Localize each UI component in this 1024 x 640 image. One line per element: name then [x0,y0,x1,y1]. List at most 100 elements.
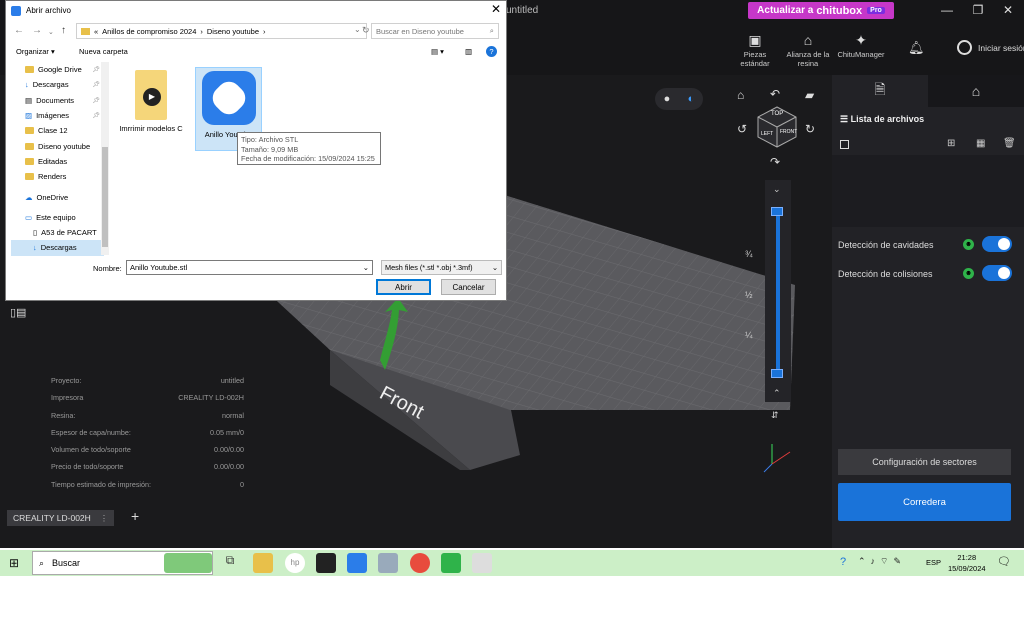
tab-files[interactable]: 🗎︎ [832,75,928,107]
dropdown-icon[interactable]: ⌄ [354,25,361,34]
rotate-left-icon[interactable]: ↺ [737,122,747,136]
new-folder-button[interactable]: Nueva carpeta [79,47,128,56]
address-bar[interactable]: « Anillos de compromiso 2024 › Diseno yo… [76,23,367,39]
view-icon[interactable]: ▤ ▾ [431,47,444,56]
search-input[interactable]: Buscar en Diseno youtube ⌕ [371,23,499,39]
notes-icon[interactable] [472,553,492,573]
filename-input[interactable]: Anillo Youtube.stl ⌄ [126,260,373,275]
chevron-down-icon[interactable]: ⌄ [773,184,781,195]
chevron-down-icon[interactable]: ⌄ [48,28,54,36]
nav-item[interactable]: ▨ Imágenes 📌︎ [11,108,104,123]
rotate-up-icon[interactable]: ↶ [770,87,780,101]
tray-icons[interactable]: ⌃♪⌔✎ [858,556,906,567]
organize-button[interactable]: Organizar ▾ [16,47,55,56]
info-key: Volumen de todo/soporte [51,445,131,455]
breadcrumb-item[interactable]: Anillos de compromiso 2024 [102,27,196,36]
nav-item[interactable]: Editadas [11,154,104,169]
slider-reset-icon[interactable]: ⇵ [771,410,779,421]
forward-icon[interactable]: → [32,25,42,36]
help-icon[interactable]: ? [840,556,846,568]
info-key: Tiempo estimado de impresión: [51,479,152,489]
slider-bottom-handle[interactable] [771,369,783,378]
trash-icon[interactable]: 🗑︎ [1003,138,1016,149]
notification-icon[interactable]: 🗨︎ [997,555,1011,568]
windows-start-icon[interactable]: ⊞ [9,556,19,570]
home-view-icon[interactable]: ⌂ [737,88,744,102]
tooltip-line: Fecha de modificación: 15/09/2024 15:25 [241,154,375,163]
minimize-icon[interactable]: — [936,3,958,17]
resin-alliance-button[interactable]: ⌂ Alianza de la resina [783,30,833,68]
chrome-icon[interactable] [410,553,430,573]
chitumanager-button[interactable]: ✦ ChituManager [836,30,886,59]
arrange-icon[interactable]: ▦ [976,138,985,149]
close-icon[interactable]: ✕ [491,2,501,16]
cavity-detection-toggle[interactable] [982,236,1012,252]
rotate-right-icon[interactable]: ↻ [805,122,815,136]
open-button[interactable]: Abrir [376,279,431,295]
slider-top-handle[interactable] [771,207,783,216]
select-all-checkbox[interactable] [840,140,849,149]
task-view-icon[interactable]: ⧉ [220,553,240,573]
collision-detection-toggle[interactable] [982,265,1012,281]
app-icon[interactable] [378,553,398,573]
standard-parts-button[interactable]: ▣ Piezas estándar [730,30,780,68]
file-explorer-icon[interactable] [253,553,273,573]
iso-view-icon[interactable]: ▰ [805,88,814,102]
help-icon[interactable]: ? [486,46,497,57]
scroll-thumb[interactable] [102,147,108,247]
xray-icon[interactable]: ◐ [688,93,695,105]
nav-item[interactable]: ▭ Este equipo [11,210,104,225]
breadcrumb-item[interactable]: Diseno youtube [207,27,259,36]
more-icon[interactable]: ⋮ [100,513,109,524]
taskbar-search[interactable]: ⌕ Buscar [32,551,213,575]
nav-item[interactable]: ↓ Descargas [11,240,104,256]
restore-icon[interactable]: ❐ [967,3,989,17]
hp-icon[interactable]: hp [285,553,305,573]
cancel-button[interactable]: Cancelar [441,279,496,295]
nav-item[interactable]: Renders [11,169,104,184]
inkscape-icon[interactable] [316,553,336,573]
printer-tab[interactable]: CREALITY LD-002H ⋮ [7,510,115,526]
sectors-config-button[interactable]: Configuración de sectores [838,449,1011,475]
info-value: untitled [220,376,244,385]
language-indicator[interactable]: ESP [926,558,941,567]
up-icon[interactable]: ↑ [61,25,66,36]
nav-item[interactable]: ☁ OneDrive [11,189,104,204]
nav-item[interactable]: Diseno youtube [11,138,104,153]
resin-alliance-icon: ⌂ [803,32,813,48]
chevron-down-icon[interactable]: ⌄ [363,263,369,272]
layer-slider[interactable]: ⌄ ⌃ [765,180,791,402]
search-icon: ⌕ [489,26,494,35]
bell-icon[interactable]: 🔔︎ [908,40,925,56]
nav-item[interactable]: ▯ A53 de PACART [11,225,104,240]
nav-item[interactable]: ↓ Descargas 📌︎ [11,77,104,92]
nav-scrollbar[interactable] [101,62,109,255]
back-icon[interactable]: ← [14,25,24,36]
chitubox-taskbar-icon[interactable] [347,553,367,573]
file-type-select[interactable]: Mesh files (*.stl *.obj *.3mf) ⌄ [381,260,502,275]
render-mode-toggle[interactable]: ● ◐ [655,88,703,110]
clock[interactable]: 21:28 15/09/2024 [948,552,986,574]
tooltip-line: Tamaño: 9,09 MB [241,144,299,154]
preview-pane-icon[interactable]: ▥ [465,47,472,56]
nav-item[interactable]: Google Drive 📌︎ [11,62,104,77]
chevron-up-icon[interactable]: ⌃ [773,388,781,399]
add-printer-icon[interactable]: + [131,508,139,524]
tab-settings[interactable]: ⌂ [928,75,1024,107]
login-button[interactable]: Iniciar sesión [957,40,1024,55]
layout-icon[interactable]: ▯▤ [10,306,26,319]
file-item[interactable]: ▶ Imrrimir modelos C [118,70,184,133]
rotate-down-icon[interactable]: ↷ [770,155,780,169]
view-cube[interactable]: TOP LEFT FRONT [756,105,798,149]
creality-icon[interactable] [441,553,461,573]
nav-item[interactable]: Clase 12 [11,123,104,138]
upgrade-button[interactable]: Actualizar a chitubox Pro [748,2,894,19]
nav-label: Descargas [32,80,69,90]
nav-item[interactable]: ▤ Documents 📌︎ [11,93,104,108]
add-file-icon[interactable]: ⊞ [947,138,955,149]
toolbar-label: ChituManager [837,50,885,59]
close-icon[interactable]: ✕ [997,3,1019,17]
slice-button[interactable]: Corredera [838,483,1011,521]
solid-icon[interactable]: ● [664,93,671,105]
refresh-icon[interactable]: ↻ [362,25,370,36]
